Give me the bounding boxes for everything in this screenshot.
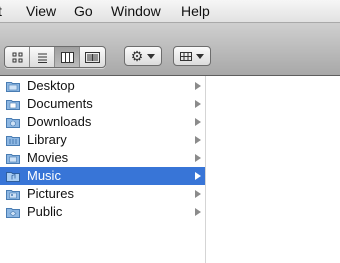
coverflow-view-icon	[85, 51, 100, 63]
list-item-downloads[interactable]: Downloads	[0, 113, 205, 131]
arrange-grid-icon	[180, 51, 192, 61]
menu-window[interactable]: Window	[111, 0, 161, 22]
menu-view[interactable]: View	[26, 0, 56, 22]
toolbar: ⚙	[0, 23, 340, 76]
coverflow-view-button[interactable]	[80, 47, 105, 67]
menu-bar: t View Go Window Help	[0, 0, 340, 23]
gear-icon: ⚙	[130, 48, 144, 64]
action-menu-button[interactable]: ⚙	[124, 46, 162, 66]
list-item-library[interactable]: Library	[0, 131, 205, 149]
arrange-menu-button[interactable]	[173, 46, 211, 66]
list-item-label: Desktop	[27, 78, 75, 93]
disclosure-arrow-icon	[195, 190, 201, 198]
finder-column-2	[206, 76, 340, 263]
list-item-label: Downloads	[27, 114, 92, 129]
disclosure-arrow-icon	[195, 208, 201, 216]
list-item-pictures[interactable]: Pictures	[0, 185, 205, 203]
chevron-down-icon	[196, 53, 204, 59]
pictures-folder-icon	[6, 190, 20, 200]
list-item-label: Movies	[27, 150, 69, 165]
finder-column-1: Desktop Documents Downloads Library Movi…	[0, 76, 206, 263]
library-folder-icon	[6, 136, 20, 146]
list-item-label: Library	[27, 132, 67, 147]
view-mode-segmented-control	[4, 46, 106, 68]
list-item-documents[interactable]: Documents	[0, 95, 205, 113]
music-folder-icon	[6, 172, 20, 182]
list-item-label: Pictures	[27, 186, 74, 201]
list-item-desktop[interactable]: Desktop	[0, 77, 205, 95]
list-item-label: Public	[27, 204, 63, 219]
disclosure-arrow-icon	[195, 136, 201, 144]
movies-folder-icon	[6, 154, 20, 164]
list-view-icon	[37, 53, 47, 63]
list-item-public[interactable]: Public	[0, 203, 205, 221]
public-folder-icon	[6, 208, 20, 218]
list-view-button[interactable]	[30, 47, 55, 67]
downloads-folder-icon	[6, 118, 20, 128]
disclosure-arrow-icon	[195, 154, 201, 162]
disclosure-arrow-icon	[195, 118, 201, 126]
documents-folder-icon	[6, 100, 20, 110]
icon-view-button[interactable]	[5, 47, 30, 67]
chevron-down-icon	[147, 53, 156, 59]
menu-file-partial[interactable]: t	[0, 0, 2, 22]
disclosure-arrow-icon	[195, 100, 201, 108]
list-item-movies[interactable]: Movies	[0, 149, 205, 167]
list-item-label: Music	[27, 168, 61, 183]
icon-view-icon	[12, 52, 22, 62]
disclosure-arrow-icon	[195, 172, 201, 180]
column-view-button[interactable]	[55, 47, 80, 67]
menu-go[interactable]: Go	[74, 0, 93, 22]
desktop-folder-icon	[6, 82, 20, 92]
list-item-label: Documents	[27, 96, 93, 111]
menu-help[interactable]: Help	[181, 0, 210, 22]
list-item-music[interactable]: Music	[0, 167, 205, 185]
disclosure-arrow-icon	[195, 82, 201, 90]
column-view-icon	[60, 51, 74, 63]
